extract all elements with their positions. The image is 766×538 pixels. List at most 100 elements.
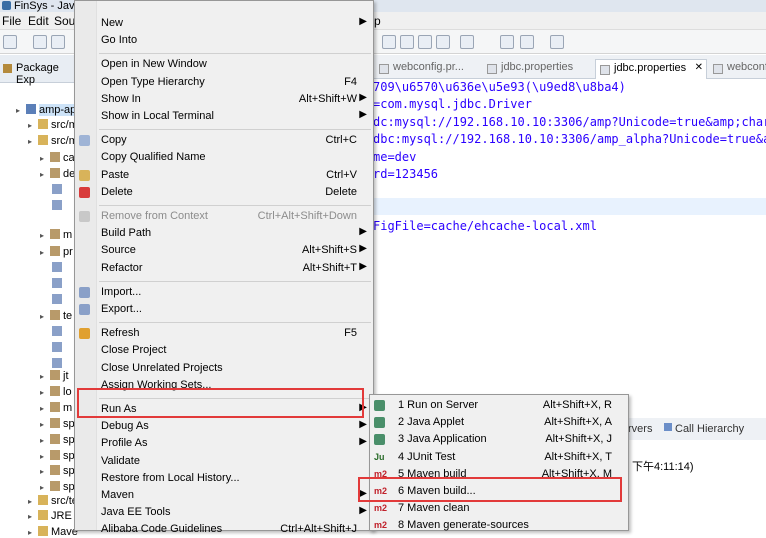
tree-item[interactable]: [52, 294, 65, 306]
tree-item[interactable]: ▸ de: [40, 168, 75, 180]
expand-arrow-icon[interactable]: ▸: [40, 404, 50, 413]
tree-item[interactable]: ▸ sp: [40, 465, 75, 477]
tree-item[interactable]: ▸ jt: [40, 370, 69, 382]
menu-item-source[interactable]: Source Alt+Shift+S ▶: [75, 242, 373, 259]
expand-arrow-icon[interactable]: ▸: [16, 106, 26, 115]
tree-item[interactable]: ▸ src/m: [28, 119, 78, 131]
expand-arrow-icon[interactable]: ▸: [40, 452, 50, 461]
save-icon[interactable]: [33, 35, 47, 49]
tree-item[interactable]: ▸ amp-api: [16, 104, 79, 116]
menu-item-close-project[interactable]: Close Project: [75, 342, 373, 359]
menu-source[interactable]: Sou: [54, 14, 75, 28]
menu-item-refresh[interactable]: Refresh F5: [75, 325, 373, 342]
tree-item[interactable]: [52, 278, 65, 290]
nav-back-icon[interactable]: [520, 35, 534, 49]
menu-item-delete[interactable]: Delete Delete: [75, 184, 373, 201]
tree-item[interactable]: ▸ lo: [40, 386, 72, 398]
tree-item[interactable]: [52, 262, 65, 274]
tab-webconfig[interactable]: webconfig.pr...: [375, 59, 470, 79]
menu-item-copy-qualified-name[interactable]: Copy Qualified Name: [75, 149, 373, 166]
save-all-icon[interactable]: [51, 35, 65, 49]
submenu-item-label: 4 JUnit Test: [398, 450, 456, 463]
expand-arrow-icon[interactable]: ▸: [40, 312, 50, 321]
expand-arrow-icon[interactable]: ▸: [40, 420, 50, 429]
back-icon[interactable]: [500, 35, 514, 49]
expand-arrow-icon[interactable]: ▸: [40, 170, 50, 179]
nav-forward-icon[interactable]: [550, 35, 564, 49]
submenu-item-8[interactable]: m2 8 Maven generate-sources: [370, 517, 628, 534]
tree-item[interactable]: ▸ sp: [40, 481, 75, 493]
tree-item[interactable]: [52, 342, 65, 354]
menu-item-copy[interactable]: Copy Ctrl+C: [75, 132, 373, 149]
tree-item[interactable]: ▸ src/m: [28, 135, 78, 147]
tree-item[interactable]: [52, 184, 65, 196]
menu-item-validate[interactable]: Validate: [75, 453, 373, 470]
tree-item[interactable]: ▸ sp: [40, 434, 75, 446]
close-icon[interactable]: ✕: [695, 62, 703, 73]
new-icon[interactable]: [3, 35, 17, 49]
menu-item-go-into[interactable]: Go Into: [75, 32, 373, 49]
toolbar-icon-4[interactable]: [436, 35, 450, 49]
tree-item[interactable]: ▸ m: [40, 229, 72, 241]
menu-item-show-in[interactable]: Show In Alt+Shift+W ▶: [75, 91, 373, 108]
menu-edit[interactable]: Edit: [28, 14, 49, 28]
menu-item-open-type-hierarchy[interactable]: Open Type Hierarchy F4: [75, 74, 373, 91]
tree-item[interactable]: ▸ pr: [40, 246, 73, 258]
tab-webconfig-2[interactable]: webconfig: [709, 59, 766, 79]
menu-item-alibaba-code-guidelines[interactable]: Alibaba Code Guidelines Ctrl+Alt+Shift+J: [75, 521, 373, 538]
expand-arrow-icon[interactable]: ▸: [40, 248, 50, 257]
submenu-item-3[interactable]: 3 Java Application Alt+Shift+X, J: [370, 431, 628, 448]
menu-item-profile-as[interactable]: Profile As ▶: [75, 435, 373, 452]
menu-item-show-in-local-terminal[interactable]: Show in Local Terminal ▶: [75, 108, 373, 125]
tree-item[interactable]: [52, 200, 65, 212]
menu-item-restore-from-local-history[interactable]: Restore from Local History...: [75, 470, 373, 487]
tree-item[interactable]: ▸ src/te: [28, 495, 78, 507]
toolbar-icon-2[interactable]: [400, 35, 414, 49]
expand-arrow-icon[interactable]: ▸: [28, 497, 38, 506]
submenu-item-4[interactable]: Ju 4 JUnit Test Alt+Shift+X, T: [370, 449, 628, 466]
next-annotation-icon[interactable]: [460, 35, 474, 49]
menu-item-debug-as[interactable]: Debug As ▶: [75, 418, 373, 435]
expand-arrow-icon[interactable]: ▸: [28, 512, 38, 521]
expand-arrow-icon[interactable]: ▸: [40, 372, 50, 381]
tree-item[interactable]: [52, 358, 65, 370]
menu-item-export[interactable]: Export...: [75, 301, 373, 318]
expand-arrow-icon[interactable]: ▸: [40, 483, 50, 492]
expand-arrow-icon[interactable]: ▸: [40, 388, 50, 397]
menu-item-build-path[interactable]: Build Path ▶: [75, 225, 373, 242]
tree-item[interactable]: ▸ m: [40, 402, 72, 414]
menu-item-java-ee-tools[interactable]: Java EE Tools ▶: [75, 504, 373, 521]
menu-item-refactor[interactable]: Refactor Alt+Shift+T ▶: [75, 260, 373, 277]
submenu-item-7[interactable]: m2 7 Maven clean: [370, 500, 628, 517]
menu-item-open-in-new-window[interactable]: Open in New Window: [75, 56, 373, 73]
tab-call-hierarchy[interactable]: Call Hierarchy: [675, 423, 744, 435]
tab-servers[interactable]: rvers: [628, 423, 652, 435]
menu-item-paste[interactable]: Paste Ctrl+V: [75, 167, 373, 184]
menu-item-import[interactable]: Import...: [75, 284, 373, 301]
submenu-item-1[interactable]: 1 Run on Server Alt+Shift+X, R: [370, 397, 628, 414]
expand-arrow-icon[interactable]: ▸: [28, 121, 38, 130]
menu-partial[interactable]: p: [374, 14, 381, 28]
expand-arrow-icon[interactable]: ▸: [40, 467, 50, 476]
menu-file[interactable]: File: [2, 14, 21, 28]
menu-item-new[interactable]: New ▶: [75, 15, 373, 32]
expand-arrow-icon[interactable]: ▸: [40, 231, 50, 240]
tree-item[interactable]: ▸ Mave: [28, 526, 78, 538]
tab-jdbc-1[interactable]: jdbc.properties: [483, 59, 579, 79]
package-icon: [50, 370, 60, 380]
expand-arrow-icon[interactable]: ▸: [28, 137, 38, 146]
expand-arrow-icon[interactable]: ▸: [40, 436, 50, 445]
tree-item[interactable]: ▸ ca: [40, 152, 75, 164]
tree-item[interactable]: ▸ te: [40, 310, 72, 322]
tree-item[interactable]: ▸ sp: [40, 418, 75, 430]
tab-jdbc-active[interactable]: jdbc.properties ✕: [595, 59, 707, 79]
expand-arrow-icon[interactable]: ▸: [40, 154, 50, 163]
expand-arrow-icon[interactable]: ▸: [28, 528, 38, 537]
menu-item-maven[interactable]: Maven ▶: [75, 487, 373, 504]
menu-item-close-unrelated-projects[interactable]: Close Unrelated Projects: [75, 360, 373, 377]
tree-item[interactable]: [52, 326, 65, 338]
tree-item[interactable]: ▸ sp: [40, 450, 75, 462]
toolbar-icon-1[interactable]: [382, 35, 396, 49]
submenu-item-2[interactable]: 2 Java Applet Alt+Shift+X, A: [370, 414, 628, 431]
toolbar-icon-3[interactable]: [418, 35, 432, 49]
